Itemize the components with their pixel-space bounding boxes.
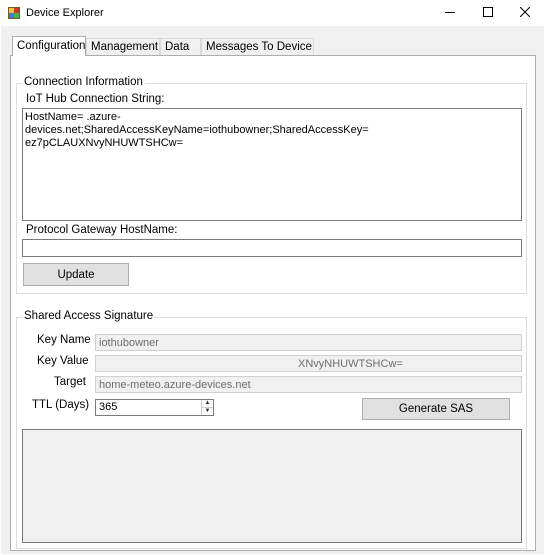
maximize-icon xyxy=(483,6,493,20)
connection-string-label: IoT Hub Connection String: xyxy=(26,93,165,105)
device-explorer-window: Device Explorer Configuration Management… xyxy=(0,0,545,555)
title-bar[interactable]: Device Explorer xyxy=(0,0,545,26)
ttl-days-stepper[interactable]: 365 ▲ ▼ xyxy=(95,399,214,416)
spin-up-arrow-icon[interactable]: ▲ xyxy=(202,400,213,408)
maximize-button[interactable] xyxy=(470,0,506,26)
target-field: home-meteo.azure-devices.net xyxy=(95,376,522,393)
ttl-spin-buttons: ▲ ▼ xyxy=(201,400,213,415)
ttl-days-label: TTL (Days) xyxy=(32,399,90,411)
tab-management[interactable]: Management xyxy=(86,38,160,55)
connection-string-line: ez7pCLAUXNvyNHUWTSHCw= xyxy=(25,137,184,149)
ttl-days-value: 365 xyxy=(99,401,118,413)
window-title: Device Explorer xyxy=(26,7,104,19)
close-icon xyxy=(519,6,531,20)
gateway-hostname-label: Protocol Gateway HostName: xyxy=(26,224,178,236)
key-name-field: iothubowner xyxy=(95,334,522,351)
connection-information-legend: Connection Information xyxy=(22,76,145,88)
gateway-hostname-input[interactable] xyxy=(22,239,522,257)
window-client-area: Configuration Management Data Messages T… xyxy=(1,26,544,554)
tab-configuration[interactable]: Configuration xyxy=(12,36,86,56)
connection-string-line: devices.net;SharedAccessKeyName=iothubow… xyxy=(25,124,369,136)
tab-messages-to-device[interactable]: Messages To Device xyxy=(201,38,314,55)
minimize-button[interactable] xyxy=(432,0,468,26)
sas-output-textarea[interactable] xyxy=(22,429,522,543)
tab-data[interactable]: Data xyxy=(160,38,201,55)
configuration-panel: Connection Information IoT Hub Connectio… xyxy=(10,55,536,551)
app-icon xyxy=(8,7,20,19)
minimize-icon xyxy=(445,7,455,20)
close-button[interactable] xyxy=(507,0,543,26)
target-label: Target xyxy=(54,376,86,388)
key-name-label: Key Name xyxy=(37,334,91,346)
spin-down-arrow-icon[interactable]: ▼ xyxy=(202,408,213,415)
key-value-label: Key Value xyxy=(37,355,89,367)
connection-string-input[interactable]: HostName= .azure- devices.net;SharedAcce… xyxy=(22,108,522,221)
update-button[interactable]: Update xyxy=(23,263,129,286)
key-value-field: XNvyNHUWTSHCw= xyxy=(95,355,522,372)
shared-access-signature-legend: Shared Access Signature xyxy=(22,310,156,322)
generate-sas-button[interactable]: Generate SAS xyxy=(362,398,510,420)
connection-string-line: HostName= .azure- xyxy=(25,111,121,123)
